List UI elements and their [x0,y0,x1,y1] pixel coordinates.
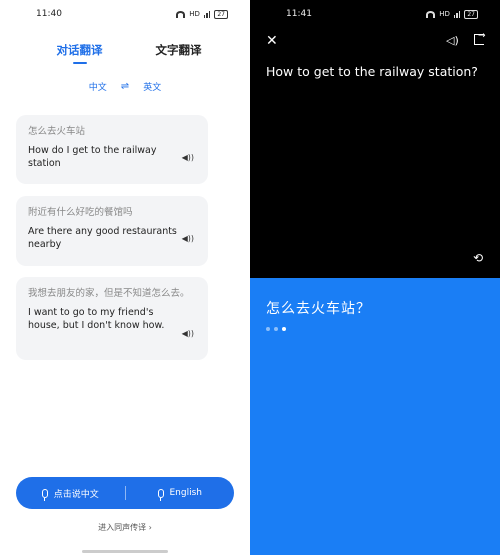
status-bar: 11:40 HD 27 [0,0,250,28]
conversation-card[interactable]: 怎么去火车站 How do I get to the railway stati… [16,115,208,184]
speaker-icon[interactable]: ◀)) [182,153,194,162]
screenshot-root: 11:40 HD 27 对话翻译 文字翻译 中文 ⇌ 英文 怎么去火车站 How… [0,0,500,555]
status-time: 11:41 [286,9,312,19]
speak-english-label: English [169,488,203,498]
card-source-text: 我想去朋友的家，但是不知道怎么去。 [28,288,190,299]
swap-arrows-icon[interactable]: ⇌ [121,81,129,92]
battery-icon: 27 [464,9,478,19]
page-dot [274,327,278,331]
battery-icon: 27 [214,9,228,19]
exit-icon[interactable] [474,31,486,45]
source-language[interactable]: 中文 [89,80,107,93]
question-text: How to get to the railway station? [266,64,478,79]
simultaneous-interpretation-link[interactable]: 进入同声传译 › [0,522,250,533]
target-language[interactable]: 英文 [143,80,161,93]
answer-text: 怎么去火车站？ [266,301,371,317]
home-indicator[interactable] [82,550,168,553]
status-icons: HD 27 [176,9,228,19]
card-source-text: 怎么去火车站 [28,126,86,137]
speak-chinese-label: 点击说中文 [53,489,99,500]
page-dot [266,327,270,331]
tab-conversation[interactable]: 对话翻译 [57,42,103,64]
voice-input-bar: 点击说中文 English [16,477,234,509]
card-source-text: 附近有什么好吃的餐馆吗 [28,207,133,218]
language-selector: 中文 ⇌ 英文 [0,80,250,93]
page-indicator [266,327,286,331]
signal-icon [453,10,461,18]
card-translation-text: How do I get to the railway station [28,145,157,169]
fullscreen-translation-screen: 11:41 HD 27 ✕ ◁) How to get to the railw… [250,0,500,555]
status-time: 11:40 [36,9,62,19]
page-dot-active [282,327,286,331]
tab-text[interactable]: 文字翻译 [156,42,202,64]
signal-icon [203,10,211,18]
mode-tabs: 对话翻译 文字翻译 [0,42,250,64]
status-icons: HD 27 [426,9,478,19]
microphone-icon [41,488,48,501]
network-label: HD [439,10,450,18]
card-translation-text: I want to go to my friend's house, but I… [28,307,165,331]
conversation-screen: 11:40 HD 27 对话翻译 文字翻译 中文 ⇌ 英文 怎么去火车站 How… [0,0,250,555]
answer-panel [250,278,500,555]
card-translation-text: Are there any good restaurants nearby [28,226,177,250]
speaker-icon[interactable]: ◀)) [182,234,194,243]
wifi-icon [426,10,436,18]
conversation-card[interactable]: 附近有什么好吃的餐馆吗 Are there any good restauran… [16,196,208,266]
question-panel: 11:41 HD 27 ✕ ◁) How to get to the railw… [250,0,500,278]
speak-english-button[interactable]: English [126,488,235,501]
microphone-icon [157,488,164,501]
close-icon[interactable]: ✕ [266,34,278,48]
volume-icon[interactable]: ◁) [446,34,459,47]
wifi-icon [176,10,186,18]
conversation-card[interactable]: 我想去朋友的家，但是不知道怎么去。 I want to go to my fri… [16,277,208,360]
rotate-icon[interactable]: ⟲ [473,251,483,265]
speak-chinese-button[interactable]: 点击说中文 [16,487,125,501]
speaker-icon[interactable]: ◀)) [182,329,194,338]
network-label: HD [189,10,200,18]
status-bar: 11:41 HD 27 [250,0,500,28]
